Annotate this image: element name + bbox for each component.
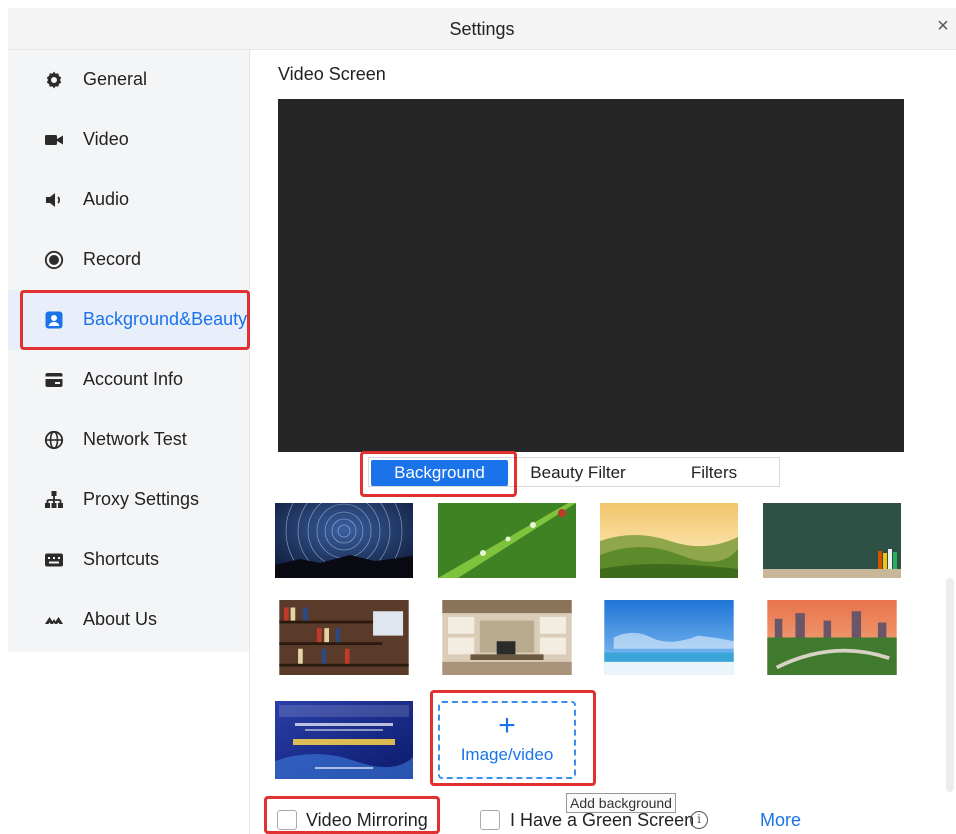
info-icon[interactable]: i [690, 811, 708, 829]
background-thumb-conference-banner[interactable] [275, 701, 413, 779]
card-icon [45, 373, 63, 387]
scrollbar[interactable] [946, 578, 954, 792]
video-mirroring-label: Video Mirroring [306, 810, 428, 830]
background-thumb-chalkboard[interactable] [763, 503, 901, 578]
gear-icon [46, 71, 62, 89]
network-tree-icon [45, 491, 63, 508]
sidebar-item-label: Network Test [83, 429, 187, 449]
keyboard-icon [45, 553, 63, 567]
sidebar-item-about-us[interactable]: About Us [8, 590, 250, 650]
speaker-icon [46, 193, 61, 207]
sidebar-item-label: Record [83, 249, 142, 269]
sidebar-item-background-beauty[interactable]: Background&Beauty [8, 290, 250, 350]
background-thumb-bookshelf-office[interactable] [275, 600, 413, 675]
more-link[interactable]: More [760, 810, 801, 831]
background-thumb-city-park-sunset[interactable] [763, 600, 901, 675]
sidebar-item-label: Background&Beauty [83, 309, 248, 329]
add-background-label: Image/video [460, 745, 554, 764]
add-background-button[interactable]: + Image/video [438, 701, 576, 779]
background-thumb-home-study[interactable] [438, 600, 576, 675]
background-thumb-green-hills[interactable] [600, 503, 738, 578]
sidebar-item-shortcuts[interactable]: Shortcuts [8, 530, 250, 590]
sidebar-item-general[interactable]: General [8, 50, 250, 110]
tab-filters[interactable]: Filters [659, 460, 769, 486]
sidebar-item-audio[interactable]: Audio [8, 170, 250, 230]
sidebar-item-label: Audio [83, 189, 130, 209]
sidebar-item-label: Shortcuts [83, 549, 160, 569]
globe-icon [44, 430, 64, 450]
background-thumb-leaf-droplets[interactable] [438, 503, 576, 578]
video-preview [278, 99, 904, 452]
section-title: Video Screen [278, 64, 386, 84]
sidebar-item-network-test[interactable]: Network Test [8, 410, 250, 470]
sidebar-item-proxy-settings[interactable]: Proxy Settings [8, 470, 250, 530]
background-thumb-beach-sky[interactable] [600, 600, 738, 675]
logo-icon [45, 617, 63, 624]
sidebar-item-label: General [83, 69, 148, 89]
tab-background[interactable]: Background [371, 460, 508, 486]
video-mirroring-checkbox[interactable] [277, 810, 297, 830]
sidebar-item-label: About Us [83, 609, 158, 629]
tab-beauty-filter[interactable]: Beauty Filter [514, 460, 642, 486]
sidebar-item-account-info[interactable]: Account Info [8, 350, 250, 410]
close-icon[interactable]: × [932, 13, 954, 39]
window-title: Settings [449, 19, 515, 39]
tab-bar: Background Beauty Filter Filters [368, 457, 780, 487]
sidebar-item-video[interactable]: Video [8, 110, 250, 170]
video-camera-icon [45, 135, 63, 145]
divider [249, 50, 250, 834]
green-screen-label: I Have a Green Screen [510, 810, 695, 830]
sidebar-item-label: Account Info [83, 369, 184, 389]
title-bar: Settings × [8, 8, 956, 50]
sidebar-item-record[interactable]: Record [8, 230, 250, 290]
portrait-icon [45, 311, 63, 329]
sidebar: General Video Audio Record Background&Be… [8, 50, 250, 652]
sidebar-item-label: Video [83, 129, 129, 149]
green-screen-checkbox[interactable] [480, 810, 500, 830]
plus-icon: + [498, 709, 516, 742]
record-icon [44, 250, 64, 270]
sidebar-item-label: Proxy Settings [83, 489, 200, 509]
background-thumb-star-trails[interactable] [275, 503, 413, 578]
